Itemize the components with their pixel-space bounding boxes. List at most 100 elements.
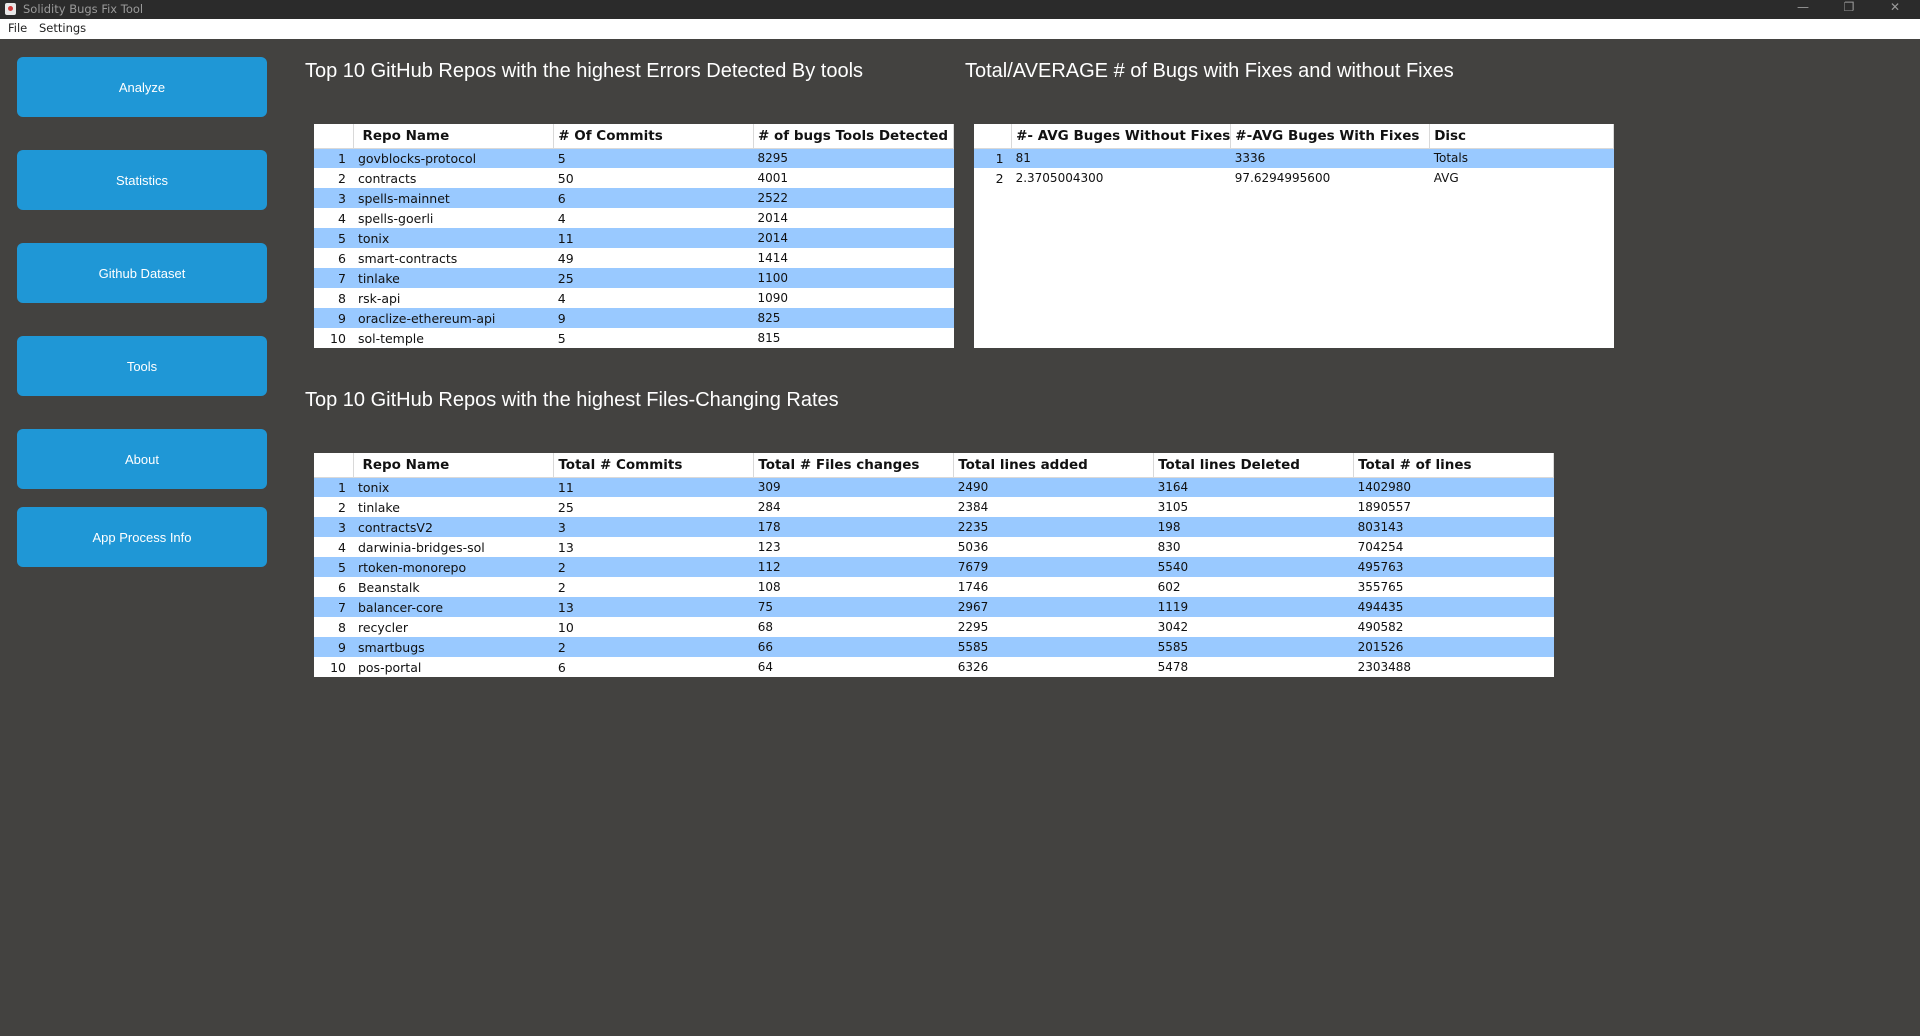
column-header[interactable]: #-AVG Buges With Fixes [1230, 124, 1431, 149]
row-index-cell[interactable]: 8 [314, 288, 354, 308]
row-index-cell[interactable]: 6 [314, 577, 354, 597]
table-cell[interactable]: tinlake [354, 497, 554, 517]
row-index-cell[interactable]: 7 [314, 597, 354, 617]
table-row[interactable]: 1 81 3336 Totals [974, 148, 1614, 168]
row-index-cell[interactable]: 5 [314, 228, 354, 248]
table-cell[interactable]: Beanstalk [354, 577, 554, 597]
table-cell[interactable]: 3336 [1230, 148, 1430, 168]
table-cell[interactable]: 3042 [1154, 617, 1354, 637]
table-cell[interactable]: 803143 [1353, 517, 1554, 537]
table-cell[interactable]: 3105 [1154, 497, 1354, 517]
table-cell[interactable]: 825 [753, 308, 954, 328]
table-cell[interactable]: govblocks-protocol [353, 148, 554, 168]
table-row[interactable]: 1 govblocks-protocol 5 8295 [314, 148, 954, 168]
table-row[interactable]: 2 contracts 50 4001 [314, 168, 954, 188]
table-cell[interactable]: 97.6294995600 [1231, 168, 1430, 188]
column-header[interactable]: # of bugs Tools Detected [753, 124, 954, 149]
row-index-cell[interactable]: 1 [974, 148, 1012, 168]
analyze-button[interactable]: Analyze [17, 57, 267, 117]
table-cell[interactable]: 2967 [953, 597, 1154, 617]
table-cell[interactable]: 2235 [953, 517, 1154, 537]
table-row[interactable]: 2 tinlake 25 284 2384 3105 1890557 [314, 497, 1554, 517]
table-cell[interactable]: 13 [554, 537, 754, 557]
row-index-cell[interactable]: 9 [314, 308, 354, 328]
table-cell[interactable]: 3 [553, 517, 754, 537]
table-cell[interactable]: rsk-api [354, 288, 554, 308]
table-cell[interactable]: 2014 [753, 208, 953, 228]
table-cell[interactable]: 198 [1153, 517, 1354, 537]
row-index-cell[interactable]: 2 [314, 168, 354, 188]
row-index-cell[interactable]: 1 [314, 477, 354, 497]
table-cell[interactable]: tonix [353, 477, 554, 497]
table-cell[interactable]: Totals [1429, 148, 1614, 168]
table-cell[interactable]: 81 [1011, 148, 1231, 168]
column-header[interactable]: Total lines Deleted [1153, 453, 1355, 478]
files-table[interactable]: Repo Name Total # Commits Total # Files … [314, 453, 1554, 677]
table-cell[interactable]: tinlake [353, 268, 554, 288]
table-cell[interactable]: 123 [754, 537, 954, 557]
table-cell[interactable]: 7679 [953, 557, 1154, 577]
column-header[interactable]: Total lines added [953, 453, 1155, 478]
table-cell[interactable]: 2014 [753, 228, 954, 248]
table-cell[interactable]: 490582 [1354, 617, 1554, 637]
table-cell[interactable]: 2.3705004300 [1012, 168, 1231, 188]
row-index-cell[interactable]: 5 [314, 557, 354, 577]
table-cell[interactable]: 1890557 [1354, 497, 1554, 517]
table-cell[interactable]: 1100 [753, 268, 954, 288]
table-row[interactable]: 3 contractsV2 3 178 2235 198 803143 [314, 517, 1554, 537]
column-header[interactable]: Total # of lines [1353, 453, 1554, 478]
table-cell[interactable]: 494435 [1353, 597, 1554, 617]
table-row[interactable]: 2 2.3705004300 97.6294995600 AVG [974, 168, 1614, 188]
close-button[interactable]: ✕ [1872, 0, 1918, 19]
about-button[interactable]: About [17, 429, 267, 489]
row-index-cell[interactable]: 4 [314, 208, 354, 228]
table-cell[interactable]: smart-contracts [354, 248, 554, 268]
table-cell[interactable]: 309 [753, 477, 954, 497]
row-index-cell[interactable]: 9 [314, 637, 354, 657]
table-cell[interactable]: spells-goerli [354, 208, 554, 228]
table-cell[interactable]: 602 [1154, 577, 1354, 597]
row-index-cell[interactable]: 3 [314, 517, 354, 537]
row-index-cell[interactable]: 1 [314, 148, 354, 168]
table-cell[interactable]: 66 [753, 637, 954, 657]
table-cell[interactable]: 2303488 [1354, 657, 1554, 677]
table-cell[interactable]: 25 [553, 268, 754, 288]
table-row[interactable]: 9 oraclize-ethereum-api 9 825 [314, 308, 954, 328]
table-cell[interactable]: 2 [553, 557, 754, 577]
table-cell[interactable]: oraclize-ethereum-api [353, 308, 554, 328]
table-cell[interactable]: 1119 [1153, 597, 1354, 617]
statistics-button[interactable]: Statistics [17, 150, 267, 210]
table-cell[interactable]: 5478 [1154, 657, 1354, 677]
table-cell[interactable]: spells-mainnet [353, 188, 554, 208]
table-row[interactable]: 10 pos-portal 6 64 6326 5478 2303488 [314, 657, 1554, 677]
table-row[interactable]: 8 recycler 10 68 2295 3042 490582 [314, 617, 1554, 637]
table-cell[interactable]: 5 [554, 328, 754, 348]
column-header[interactable]: #- AVG Buges Without Fixes [1011, 124, 1232, 149]
table-cell[interactable]: 108 [754, 577, 954, 597]
table-cell[interactable]: 2522 [753, 188, 954, 208]
table-row[interactable]: 1 tonix 11 309 2490 3164 1402980 [314, 477, 1554, 497]
table-row[interactable]: 5 tonix 11 2014 [314, 228, 954, 248]
table-cell[interactable]: 8295 [753, 148, 954, 168]
app-process-info-button[interactable]: App Process Info [17, 507, 267, 567]
table-row[interactable]: 9 smartbugs 2 66 5585 5585 201526 [314, 637, 1554, 657]
table-cell[interactable]: 5036 [954, 537, 1154, 557]
table-cell[interactable]: rtoken-monorepo [353, 557, 554, 577]
column-header[interactable]: Disc [1429, 124, 1614, 149]
table-cell[interactable]: sol-temple [354, 328, 554, 348]
table-row[interactable]: 6 smart-contracts 49 1414 [314, 248, 954, 268]
table-cell[interactable]: 25 [554, 497, 754, 517]
table-cell[interactable]: smartbugs [353, 637, 554, 657]
table-cell[interactable]: 13 [553, 597, 754, 617]
table-cell[interactable]: 5585 [1153, 637, 1354, 657]
table-cell[interactable]: 178 [753, 517, 954, 537]
tools-button[interactable]: Tools [17, 336, 267, 396]
row-index-cell[interactable]: 10 [314, 657, 354, 677]
table-row[interactable]: 6 Beanstalk 2 108 1746 602 355765 [314, 577, 1554, 597]
table-row[interactable]: 8 rsk-api 4 1090 [314, 288, 954, 308]
table-cell[interactable]: 6 [554, 657, 754, 677]
menu-file[interactable]: File [8, 21, 27, 35]
table-cell[interactable]: balancer-core [353, 597, 554, 617]
table-cell[interactable]: 11 [553, 477, 754, 497]
row-index-cell[interactable]: 6 [314, 248, 354, 268]
